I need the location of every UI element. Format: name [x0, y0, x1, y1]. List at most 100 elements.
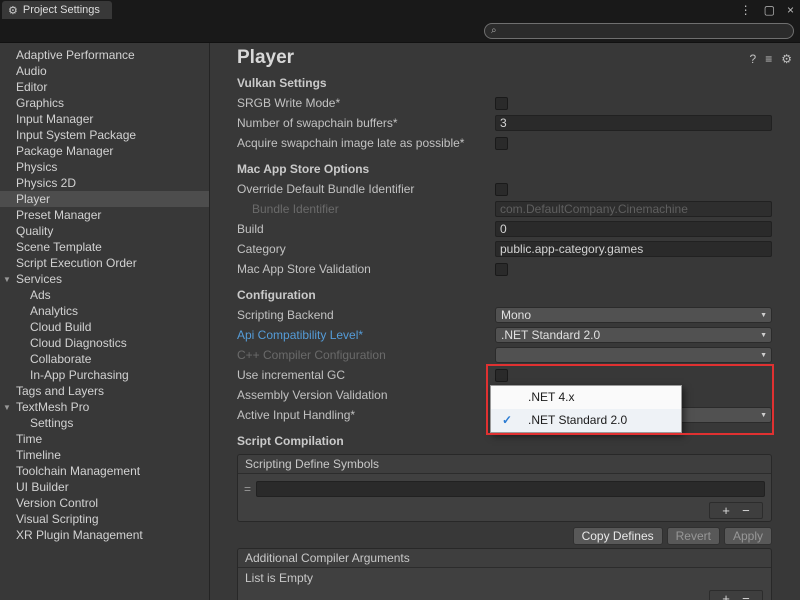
srgb-write-mode-checkbox[interactable] [495, 97, 508, 110]
bundle-identifier-label: Bundle Identifier [237, 202, 495, 216]
sidebar-item-visual-scripting[interactable]: Visual Scripting [0, 511, 209, 527]
tab-title: Project Settings [23, 4, 100, 16]
category-field[interactable]: public.app-category.games [495, 241, 772, 257]
close-icon[interactable]: × [787, 3, 794, 17]
sidebar-item-tags-and-layers[interactable]: Tags and Layers [0, 383, 209, 399]
revert-button: Revert [667, 527, 720, 545]
scripting-backend-label: Scripting Backend [237, 308, 495, 322]
sidebar-item-collaborate[interactable]: Collaborate [0, 351, 209, 367]
window-menu-icon[interactable]: ⋮ [740, 3, 752, 17]
sidebar-item-ads[interactable]: Ads [0, 287, 209, 303]
row-bundle-identifier: Bundle Identifier com.DefaultCompany.Cin… [237, 199, 772, 219]
acquire-swapchain-label: Acquire swapchain image late as possible… [237, 136, 495, 150]
mac-store-validation-checkbox[interactable] [495, 263, 508, 276]
sidebar-item-toolchain-management[interactable]: Toolchain Management [0, 463, 209, 479]
api-compatibility-dropdown[interactable]: .NET Standard 2.0 ▼ [495, 327, 772, 343]
popup-item-net-4x[interactable]: .NET 4.x [491, 386, 681, 409]
define-symbol-field[interactable] [256, 481, 765, 497]
sidebar-item-scene-template[interactable]: Scene Template [0, 239, 209, 255]
sidebar-item-package-manager[interactable]: Package Manager [0, 143, 209, 159]
popup-item-net-standard-20[interactable]: ✓ .NET Standard 2.0 [491, 409, 681, 432]
row-swapchain-buffers: Number of swapchain buffers* 3 [237, 113, 772, 133]
list-empty-text: List is Empty [238, 568, 771, 588]
chevron-down-icon: ▼ [760, 352, 767, 359]
sidebar-item-analytics[interactable]: Analytics [0, 303, 209, 319]
sidebar-item-input-manager[interactable]: Input Manager [0, 111, 209, 127]
cpp-compiler-config-label: C++ Compiler Configuration [237, 348, 495, 362]
copy-defines-button[interactable]: Copy Defines [573, 527, 663, 545]
maximize-icon[interactable]: ▢ [764, 3, 775, 17]
define-symbol-row: = [244, 481, 765, 497]
active-input-handling-label: Active Input Handling* [237, 408, 495, 422]
sidebar-item-cloud-diagnostics[interactable]: Cloud Diagnostics [0, 335, 209, 351]
scripting-backend-dropdown[interactable]: Mono ▼ [495, 307, 772, 323]
help-icon[interactable]: ? [750, 52, 757, 66]
list-add-remove-controls: + − [709, 590, 763, 600]
additional-compiler-arguments-header: Additional Compiler Arguments [238, 549, 771, 568]
presets-icon[interactable]: ≡ [765, 52, 772, 66]
scripting-define-symbols-box: Scripting Define Symbols = + − [237, 454, 772, 522]
panel-gear-icon[interactable]: ⚙ [781, 52, 792, 66]
apply-button: Apply [724, 527, 772, 545]
row-use-incremental-gc: Use incremental GC [237, 365, 772, 385]
sidebar-item-textmesh-settings[interactable]: Settings [0, 415, 209, 431]
sidebar-item-quality[interactable]: Quality [0, 223, 209, 239]
sidebar-item-input-system-package[interactable]: Input System Package [0, 127, 209, 143]
cpp-compiler-config-dropdown: ▼ [495, 347, 772, 363]
sidebar-item-xr-plugin-management[interactable]: XR Plugin Management [0, 527, 209, 543]
drag-handle-icon[interactable]: = [244, 482, 251, 496]
acquire-swapchain-checkbox[interactable] [495, 137, 508, 150]
sidebar-item-audio[interactable]: Audio [0, 63, 209, 79]
sidebar-item-preset-manager[interactable]: Preset Manager [0, 207, 209, 223]
search-box[interactable]: ⌕ [484, 23, 794, 39]
sidebar-item-graphics[interactable]: Graphics [0, 95, 209, 111]
add-icon[interactable]: + [722, 505, 730, 517]
assembly-version-validation-label: Assembly Version Validation [237, 388, 495, 402]
sidebar-item-editor[interactable]: Editor [0, 79, 209, 95]
sidebar-item-physics-2d[interactable]: Physics 2D [0, 175, 209, 191]
swapchain-buffers-field[interactable]: 3 [495, 115, 772, 131]
sidebar-item-ui-builder[interactable]: UI Builder [0, 479, 209, 495]
sidebar-item-timeline[interactable]: Timeline [0, 447, 209, 463]
check-icon: ✓ [502, 409, 512, 432]
swapchain-buffers-label: Number of swapchain buffers* [237, 116, 495, 130]
section-vulkan-settings: Vulkan Settings [237, 73, 772, 93]
titlebar: ⚙ Project Settings ⋮ ▢ × [0, 0, 800, 19]
category-label: Category [237, 242, 495, 256]
remove-icon[interactable]: − [742, 593, 750, 600]
page-title: Player [237, 47, 294, 68]
row-category: Category public.app-category.games [237, 239, 772, 259]
foldout-icon[interactable]: ▼ [3, 272, 11, 288]
chevron-down-icon: ▼ [760, 332, 767, 339]
remove-icon[interactable]: − [742, 505, 750, 517]
list-add-remove-controls: + − [709, 502, 763, 519]
use-incremental-gc-label: Use incremental GC [237, 368, 495, 382]
mac-store-validation-label: Mac App Store Validation [237, 262, 495, 276]
scripting-define-symbols-header: Scripting Define Symbols [238, 455, 771, 474]
sidebar-item-version-control[interactable]: Version Control [0, 495, 209, 511]
section-configuration: Configuration [237, 285, 772, 305]
sidebar-item-physics[interactable]: Physics [0, 159, 209, 175]
gear-icon: ⚙ [8, 4, 18, 17]
row-cpp-compiler-config: C++ Compiler Configuration ▼ [237, 345, 772, 365]
sidebar-item-script-execution-order[interactable]: Script Execution Order [0, 255, 209, 271]
override-bundle-id-checkbox[interactable] [495, 183, 508, 196]
tab-project-settings[interactable]: ⚙ Project Settings [2, 1, 112, 19]
sidebar-item-textmesh-pro[interactable]: ▼TextMesh Pro [0, 399, 209, 415]
row-acquire-swapchain: Acquire swapchain image late as possible… [237, 133, 772, 153]
chevron-down-icon: ▼ [760, 312, 767, 319]
sidebar-item-player[interactable]: Player [0, 191, 209, 207]
sidebar-item-time[interactable]: Time [0, 431, 209, 447]
sidebar-item-services[interactable]: ▼Services [0, 271, 209, 287]
add-icon[interactable]: + [722, 593, 730, 600]
sidebar-item-cloud-build[interactable]: Cloud Build [0, 319, 209, 335]
use-incremental-gc-checkbox[interactable] [495, 369, 508, 382]
bundle-identifier-field: com.DefaultCompany.Cinemachine [495, 201, 772, 217]
sidebar-item-in-app-purchasing[interactable]: In-App Purchasing [0, 367, 209, 383]
sidebar-item-adaptive-performance[interactable]: Adaptive Performance [0, 47, 209, 63]
build-field[interactable]: 0 [495, 221, 772, 237]
foldout-icon[interactable]: ▼ [3, 400, 11, 416]
search-input[interactable] [501, 25, 787, 37]
api-compatibility-popup: .NET 4.x ✓ .NET Standard 2.0 [490, 385, 682, 433]
section-mac-app-store: Mac App Store Options [237, 159, 772, 179]
